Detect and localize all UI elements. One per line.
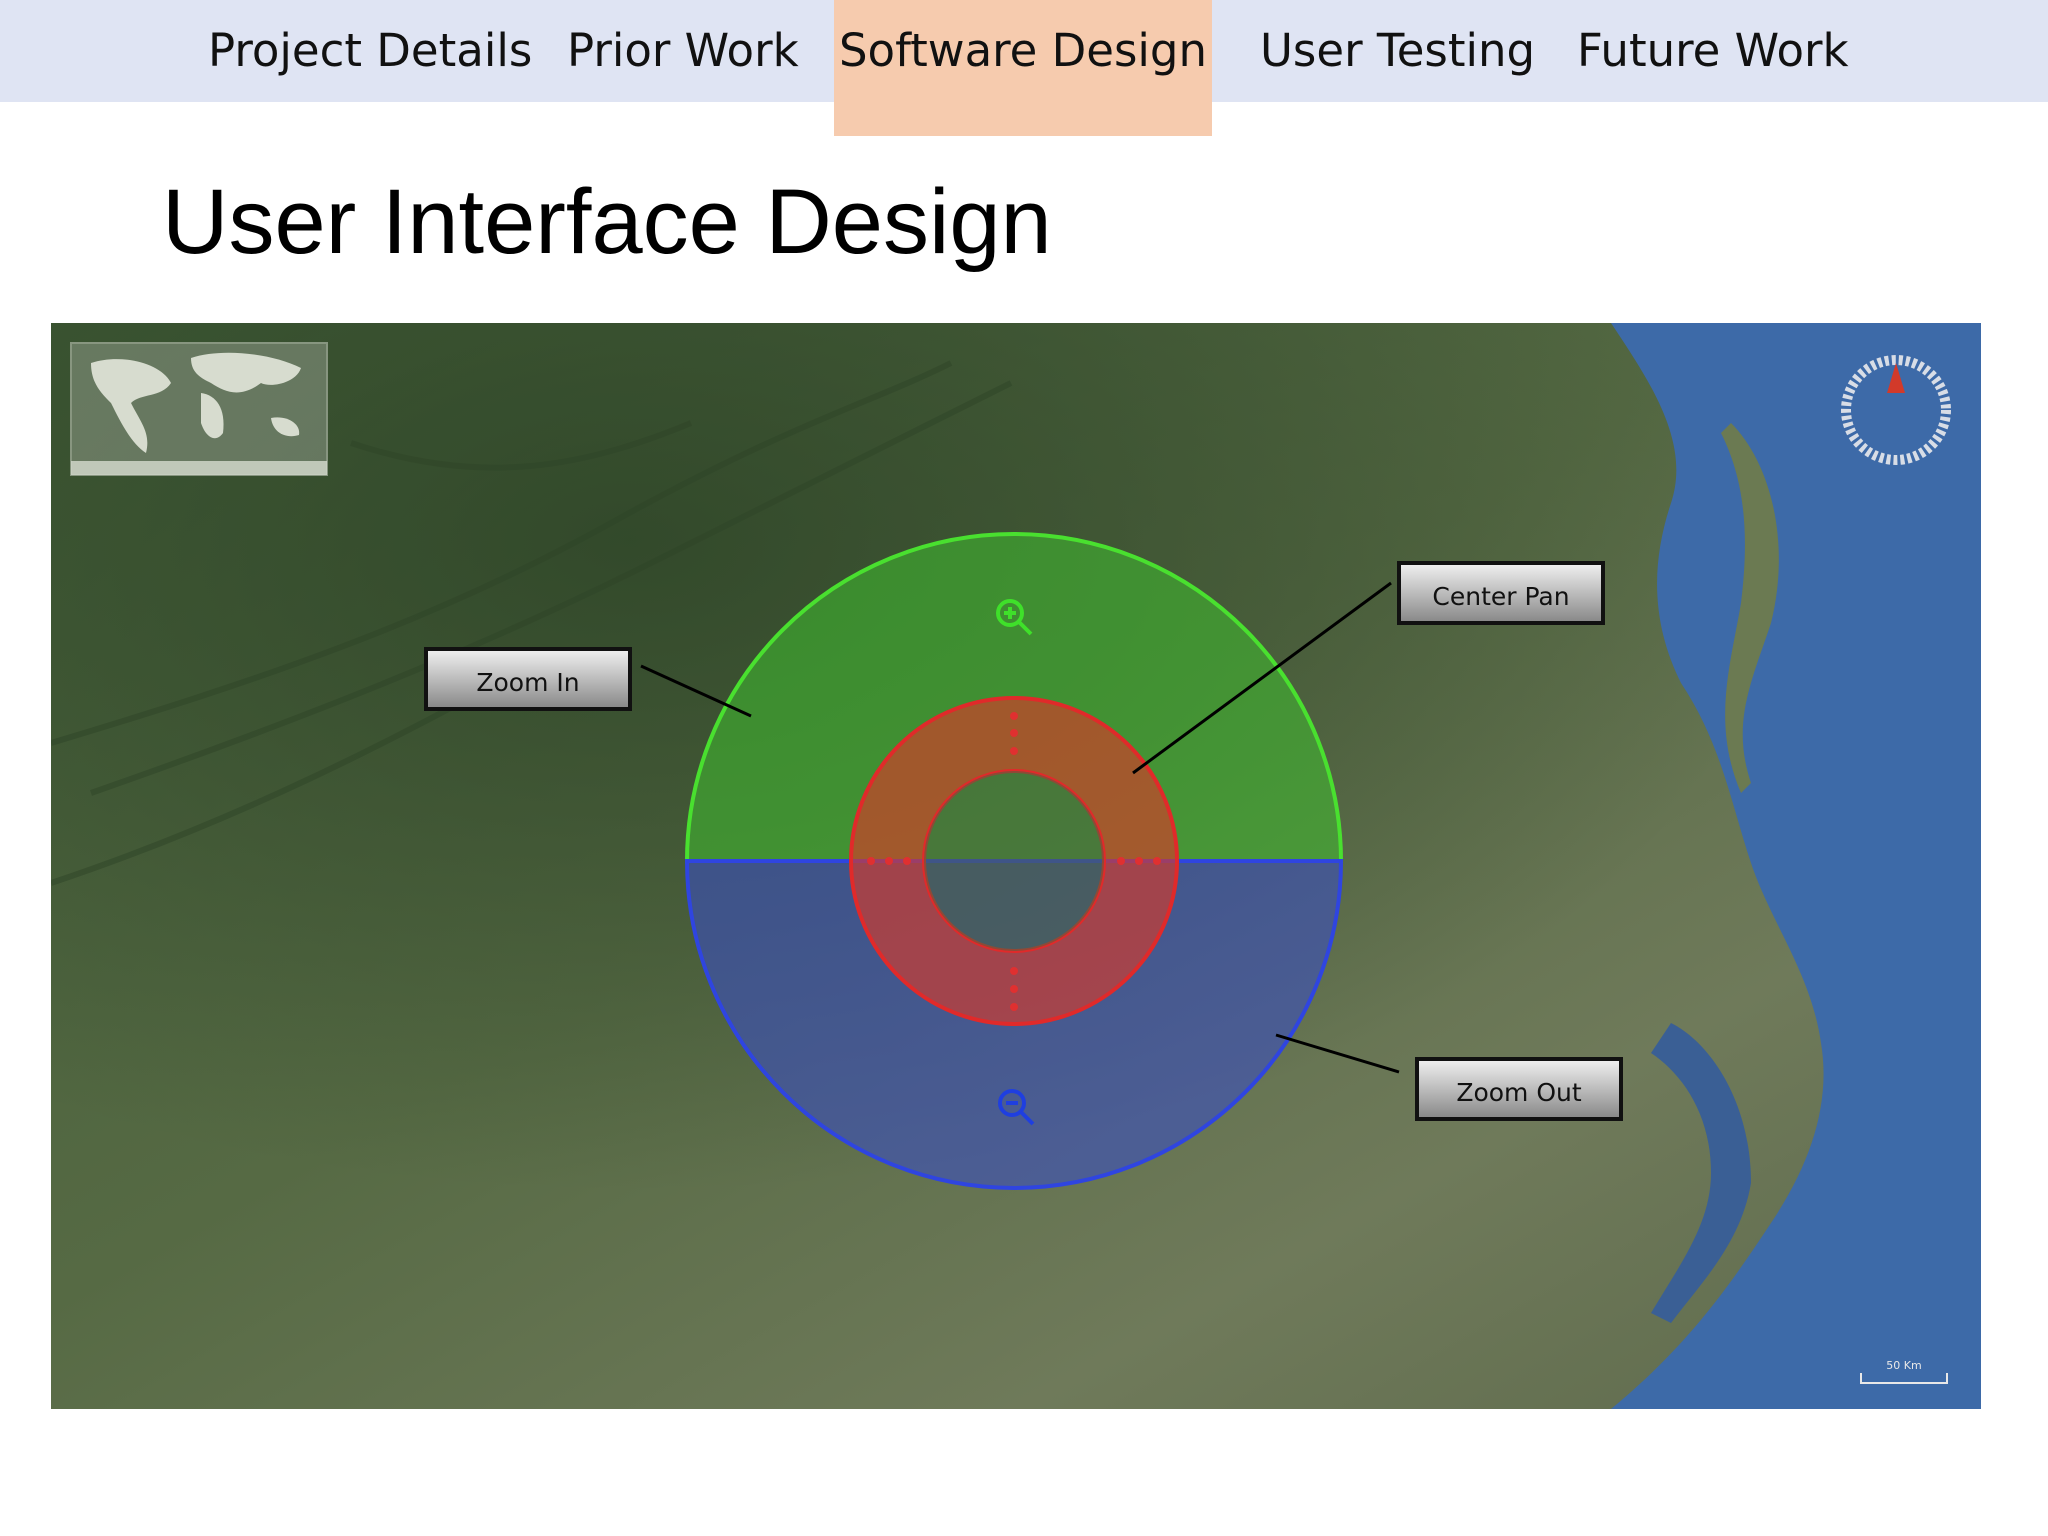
tab-prior-work[interactable]: Prior Work — [567, 0, 799, 102]
tab-user-testing[interactable]: User Testing — [1260, 0, 1535, 102]
zoom-out-callout: Zoom Out — [1415, 1057, 1623, 1121]
scale-label: 50 Km — [1886, 1359, 1921, 1372]
center-hole — [924, 771, 1104, 951]
satellite-map-view[interactable]: 50 Km Zoom In Center Pan Zoom Out — [51, 323, 1981, 1409]
world-minimap-icon[interactable] — [70, 342, 328, 476]
tab-project-details[interactable]: Project Details — [208, 0, 532, 102]
zoom-in-callout: Zoom In — [424, 647, 632, 711]
top-navigation-bar: Project Details Prior Work Software Desi… — [0, 0, 2048, 136]
map-control-widget[interactable] — [684, 532, 1344, 1190]
tab-software-design[interactable]: Software Design — [834, 0, 1212, 136]
center-pan-callout: Center Pan — [1397, 561, 1605, 625]
tab-future-work[interactable]: Future Work — [1577, 0, 1849, 102]
page-title: User Interface Design — [162, 171, 1052, 273]
